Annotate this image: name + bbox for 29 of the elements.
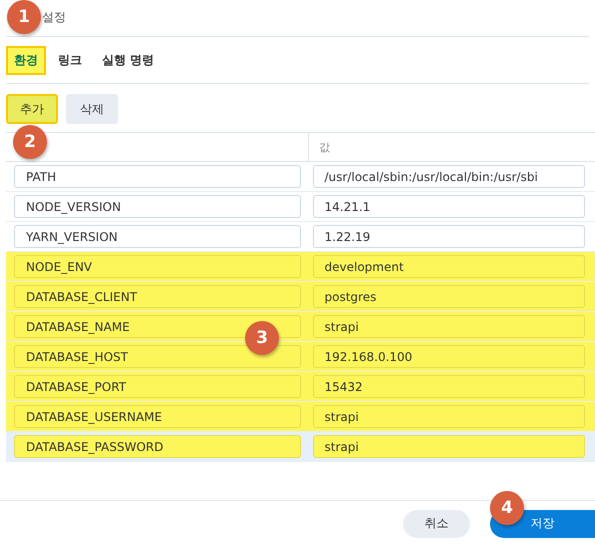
- cancel-button[interactable]: 취소: [403, 510, 470, 538]
- value-field[interactable]: strapi: [312, 435, 584, 458]
- name-field[interactable]: NODE_VERSION: [14, 195, 301, 218]
- delete-button[interactable]: 삭제: [66, 94, 118, 124]
- name-field[interactable]: DATABASE_PORT: [14, 375, 301, 398]
- column-header: 값: [308, 132, 595, 162]
- name-field[interactable]: DATABASE_PASSWORD: [14, 435, 301, 458]
- step-marker: 1: [7, 0, 41, 34]
- value-field[interactable]: strapi: [312, 405, 584, 428]
- name-field[interactable]: DATABASE_USERNAME: [14, 405, 301, 428]
- name-field[interactable]: DATABASE_HOST: [14, 345, 301, 368]
- value-field[interactable]: strapi: [312, 315, 584, 338]
- value-field[interactable]: development: [312, 255, 584, 278]
- add-button[interactable]: 추가: [6, 94, 58, 124]
- tab[interactable]: 환경: [6, 46, 46, 74]
- value-field[interactable]: 14.21.1: [312, 195, 584, 218]
- step-marker: 2: [13, 125, 47, 159]
- name-field[interactable]: PATH: [14, 165, 301, 188]
- name-field[interactable]: YARN_VERSION: [14, 225, 301, 248]
- tab[interactable]: 실행 명령: [94, 46, 162, 74]
- name-field[interactable]: DATABASE_CLIENT: [14, 285, 301, 308]
- tab[interactable]: 링크: [50, 46, 90, 74]
- value-field[interactable]: 1.22.19: [312, 225, 584, 248]
- value-field[interactable]: 192.168.0.100: [312, 345, 584, 368]
- name-field[interactable]: NODE_ENV: [14, 255, 301, 278]
- value-field[interactable]: /usr/local/sbin:/usr/local/bin:/usr/sbi: [312, 165, 584, 188]
- value-field[interactable]: 15432: [312, 375, 584, 398]
- step-marker: 4: [490, 491, 524, 525]
- value-field[interactable]: postgres: [312, 285, 584, 308]
